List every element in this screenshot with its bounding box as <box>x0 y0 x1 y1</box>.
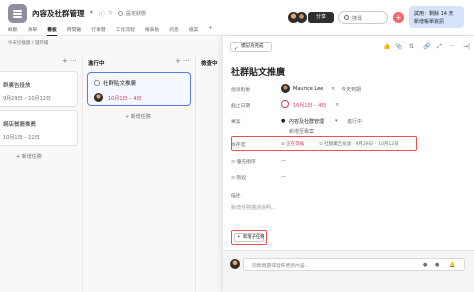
link-icon[interactable]: 🔗 <box>423 43 430 50</box>
plus-icon: + <box>237 235 241 240</box>
more-icon[interactable]: ··· <box>449 43 455 50</box>
project-section[interactable]: 進行中 <box>347 118 362 125</box>
search-input[interactable]: 搜尋 <box>338 11 388 24</box>
column-title: 進行中 <box>88 61 105 67</box>
subtask-icon[interactable]: ⇅ <box>409 43 414 50</box>
tab-dashboard[interactable]: 儀表板 <box>145 26 159 36</box>
tab-board[interactable]: 看板 <box>47 26 57 36</box>
task-card[interactable]: 網店餐廳推薦 10月1日 – 12日 <box>0 110 78 146</box>
more-icon[interactable]: ··· <box>183 57 190 65</box>
trial-banner[interactable]: 試用：剩餘 14 天 新增帳單資訊 <box>409 6 464 28</box>
project-color-dot: ● <box>281 118 286 124</box>
create-button[interactable]: + <box>393 12 404 23</box>
calendar-icon <box>281 100 289 108</box>
close-icon[interactable]: × <box>331 86 335 92</box>
set-status-button[interactable]: 設定狀態 <box>126 10 146 17</box>
project-name[interactable]: 內容及社群管理 <box>289 118 324 125</box>
add-task-button[interactable]: + 新增任務 <box>16 153 42 160</box>
tab-workflow[interactable]: 工作流程 <box>116 26 135 36</box>
user-avatar <box>230 259 240 269</box>
project-icon[interactable] <box>8 4 27 23</box>
expand-icon[interactable]: ⤢ <box>437 43 442 51</box>
more-icon[interactable]: ··· <box>70 57 77 65</box>
task-card-selected[interactable]: 社群貼文推廣 10月1日 – 4日 <box>87 72 191 106</box>
bell-icon[interactable]: 🔔 <box>449 262 455 268</box>
description-field[interactable]: 新增任務描述說明... <box>231 204 276 211</box>
like-icon[interactable]: 👍 <box>383 43 390 50</box>
priority-icon: ⊙ 優先順序 <box>231 160 256 165</box>
project-tabs: 概觀 清單 看板 時間軸 行事曆 工作流程 儀表板 訊息 檔案 + <box>8 26 223 36</box>
tab-timeline[interactable]: 時間軸 <box>67 26 81 36</box>
task-card[interactable]: 群廣告投放 9月29日 – 10月12日 <box>0 71 78 107</box>
tab-list[interactable]: 清單 <box>28 26 38 36</box>
member-icon[interactable]: ● <box>423 262 427 268</box>
breadcrumb: 今天切換版 / 儲存檔 <box>8 41 49 46</box>
column-divider <box>195 56 196 292</box>
add-to-project-link[interactable]: 新增至專案 <box>289 128 314 135</box>
due-date-value[interactable]: 10月1日 – 4日 <box>293 102 326 109</box>
add-task-button[interactable]: + 新增任務 <box>125 113 151 120</box>
chevron-down-icon[interactable]: ▾ <box>90 10 93 16</box>
due-today-text: 今天到期 <box>341 87 362 93</box>
add-task-icon[interactable]: + <box>62 57 68 65</box>
column-divider <box>82 56 83 292</box>
tab-overview[interactable]: 概觀 <box>8 26 18 36</box>
tab-calendar[interactable]: 行事曆 <box>91 26 105 36</box>
stage-icon: ⊙ 階段 <box>231 176 247 181</box>
close-icon[interactable]: →| <box>463 43 470 50</box>
waiting-on-badge[interactable]: ⊘ 正在等候 <box>281 141 304 147</box>
status-icon <box>118 11 123 16</box>
mark-complete-button[interactable]: ✓ 標記為完成 <box>230 42 272 52</box>
top-header: 內容及社群管理 ▾ ⓘ ☆ 設定狀態 概觀 清單 看板 時間軸 行事曆 工作流程… <box>0 0 474 36</box>
close-icon[interactable]: × <box>335 102 339 108</box>
share-button[interactable]: 分享 <box>308 12 334 23</box>
member-icon[interactable]: ● <box>435 262 439 268</box>
chevron-down-icon[interactable]: ▾ <box>335 118 338 124</box>
stage-value[interactable]: — <box>281 174 286 180</box>
member-avatar[interactable] <box>296 12 307 23</box>
add-billing-link[interactable]: 新增帳單資訊 <box>414 18 444 25</box>
add-tab-icon[interactable]: + <box>208 26 212 36</box>
comment-bar: 詢問問題或發佈更新內容... ● ● 🔔 <box>223 250 474 292</box>
comment-input[interactable]: 詢問問題或發佈更新內容... <box>243 258 465 271</box>
dependency-task[interactable]: ⊙ 社群廣告投放 · 9月29日 – 10月12日 <box>319 141 399 147</box>
column-title: 檢查中 <box>201 61 218 67</box>
priority-value[interactable]: — <box>281 158 286 164</box>
assignee-avatar[interactable] <box>281 84 290 93</box>
attachment-icon[interactable]: 📎 <box>395 43 402 50</box>
tab-files[interactable]: 檔案 <box>189 26 199 36</box>
task-detail-pane: ✓ 標記為完成 👍 📎 ⇅ 🔗 ⤢ ··· →| 社群貼文推廣 指派對象 Mau… <box>222 36 474 292</box>
complete-check-icon[interactable] <box>94 80 100 86</box>
search-icon <box>344 15 349 20</box>
tab-messages[interactable]: 訊息 <box>169 26 179 36</box>
task-title[interactable]: 社群貼文推廣 <box>231 65 285 78</box>
add-subtask-button[interactable]: + 新增子任務 <box>234 233 264 242</box>
project-title[interactable]: 內容及社群管理 <box>32 8 85 19</box>
assignee-avatar <box>94 93 103 102</box>
add-task-icon[interactable]: + <box>175 57 181 65</box>
check-icon: ✓ <box>234 46 239 52</box>
board-view: 今天切換版 / 儲存檔 + ··· 群廣告投放 9月29日 – 10月12日 網… <box>0 36 228 292</box>
assignee-name[interactable]: Maurice Lee <box>293 86 323 92</box>
star-icon[interactable]: ☆ <box>108 10 113 16</box>
info-icon[interactable]: ⓘ <box>99 10 105 18</box>
trial-days-text: 試用：剩餘 14 天 <box>414 11 454 17</box>
